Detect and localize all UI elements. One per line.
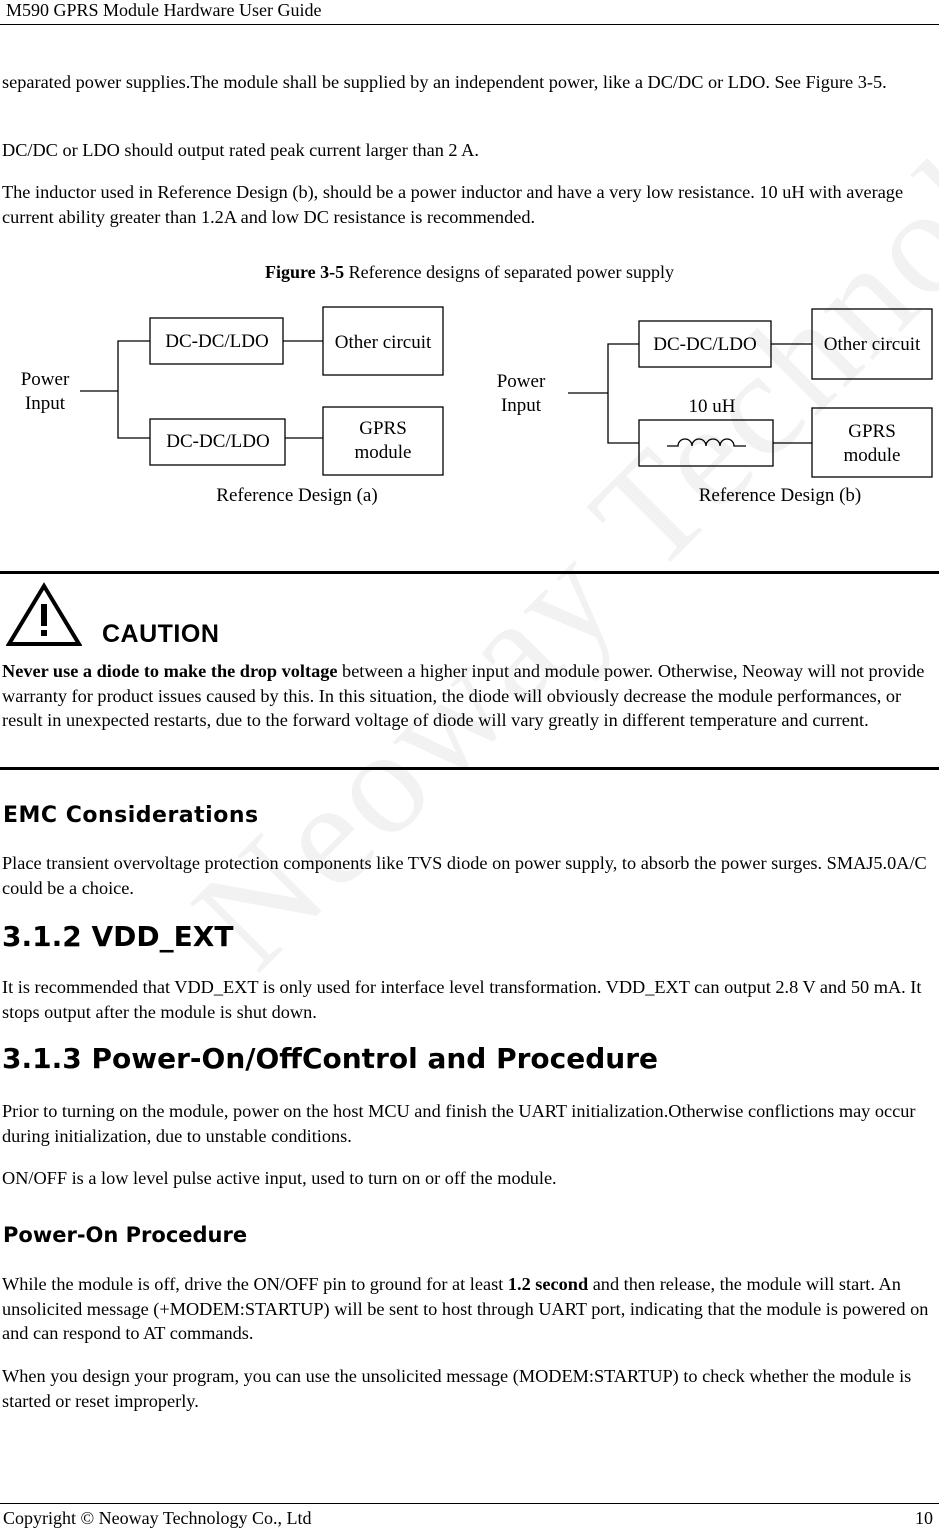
dcdc-ldo-label: DC-DC/LDO (165, 331, 268, 352)
gprs-label: module (355, 442, 412, 463)
design-b-title: Reference Design (b) (699, 485, 861, 506)
intro-paragraph-1: separated power supplies.The module shal… (2, 72, 887, 92)
warning-triangle-icon (6, 582, 82, 646)
power-on-heading: Power-On Procedure (3, 1223, 248, 1247)
intro-paragraph-2: DC/DC or LDO should output rated peak cu… (2, 140, 479, 160)
gprs-label: module (844, 445, 901, 466)
inductor-label: 10 uH (689, 396, 736, 417)
power-on-paragraph-1: While the module is off, drive the ON/OF… (2, 1272, 937, 1346)
inductor-coil-icon (667, 438, 746, 447)
figure-label: Figure 3-5 (264, 262, 345, 282)
power-input-label: Power (21, 369, 70, 390)
branch-wire (117, 340, 150, 439)
gprs-label: GPRS (359, 418, 407, 439)
power-control-paragraph-1: Prior to turning on the module, power on… (2, 1101, 916, 1146)
design-a-title: Reference Design (a) (216, 485, 377, 506)
dcdc-ldo-label: DC-DC/LDO (653, 334, 756, 355)
header-divider (0, 24, 939, 25)
vdd-ext-paragraph: It is recommended that VDD_EXT is only u… (2, 977, 922, 1022)
power-input-label: Power (497, 371, 546, 392)
footer-copyright: Copyright © Neoway Technology Co., Ltd (3, 1508, 312, 1528)
footer-page-number: 10 (915, 1508, 933, 1528)
caution-bold-text: Never use a diode to make the drop volta… (2, 661, 338, 681)
emc-heading: EMC Considerations (3, 803, 259, 828)
figure-caption: Figure 3-5 Reference designs of separate… (0, 262, 939, 283)
branch-wire (607, 343, 639, 444)
other-circuit-label: Other circuit (824, 334, 921, 355)
vdd-ext-heading: 3.1.2 VDD_EXT (2, 920, 234, 953)
power-input-label: Input (25, 393, 66, 414)
power-control-heading: 3.1.3 Power-On/OffControl and Procedure (2, 1042, 659, 1075)
text: While the module is off, drive the ON/OF… (2, 1274, 508, 1294)
power-input-label: Input (501, 395, 542, 416)
footer-divider (0, 1503, 939, 1504)
gprs-label: GPRS (848, 421, 896, 442)
intro-paragraph-3: The inductor used in Reference Design (b… (2, 182, 904, 227)
dcdc-ldo-label: DC-DC/LDO (166, 431, 269, 452)
caution-top-rule (0, 571, 939, 574)
caution-label: CAUTION (102, 620, 220, 648)
caution-text: Never use a diode to make the drop volta… (2, 659, 937, 733)
power-on-paragraph-2: When you design your program, you can us… (2, 1366, 912, 1411)
other-circuit-label: Other circuit (335, 332, 432, 353)
bold-duration: 1.2 second (507, 1274, 589, 1294)
caution-bottom-rule (0, 767, 939, 770)
figure-caption-text: Reference designs of separated power sup… (344, 262, 675, 282)
gprs-module-block (811, 407, 933, 478)
header-title: M590 GPRS Module Hardware User Guide (6, 0, 322, 20)
power-control-paragraph-2: ON/OFF is a low level pulse active input… (2, 1168, 557, 1188)
emc-paragraph: Place transient overvoltage protection c… (2, 853, 927, 898)
reference-design-diagram: Power Input DC-DC/LDO DC-DC/LDO Other ci… (21, 306, 933, 506)
